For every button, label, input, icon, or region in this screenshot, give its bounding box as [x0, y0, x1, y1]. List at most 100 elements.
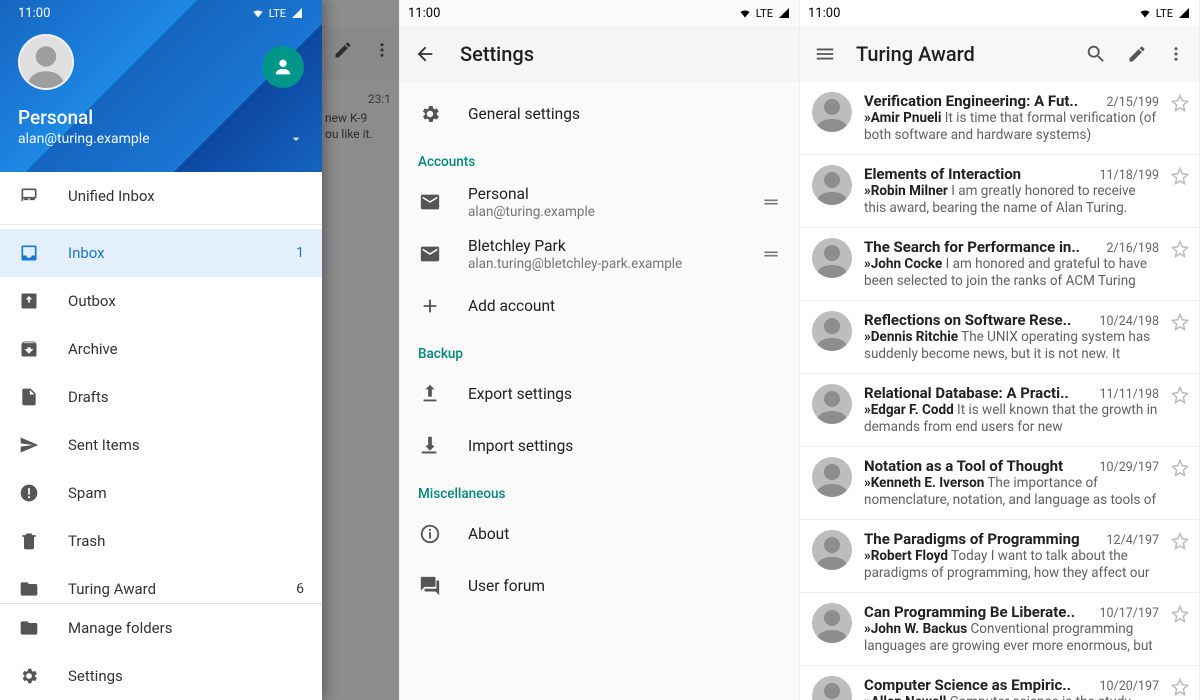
- drawer-item-spam[interactable]: Spam: [0, 469, 322, 517]
- star-icon[interactable]: [1171, 678, 1189, 700]
- sender-avatar[interactable]: [812, 92, 852, 132]
- drawer-item-turing-award[interactable]: Turing Award 6: [0, 565, 322, 603]
- message-sender: »Robin Milner: [864, 183, 948, 199]
- message-sender: »Amir Pnueli: [864, 110, 941, 126]
- drawer-item-inbox[interactable]: Inbox 1: [0, 229, 322, 277]
- sender-avatar[interactable]: [812, 311, 852, 351]
- message-sender: »John W. Backus: [864, 621, 967, 637]
- row-import-settings[interactable]: Import settings: [400, 420, 799, 472]
- message-row[interactable]: Notation as a Tool of Thought 10/29/197 …: [800, 447, 1199, 520]
- drawer-item-trash[interactable]: Trash: [0, 517, 322, 565]
- drawer-item-outbox[interactable]: Outbox: [0, 277, 322, 325]
- folder-icon: [18, 618, 40, 638]
- row-label: Bletchley Park: [468, 237, 735, 255]
- message-row[interactable]: The Search for Performance in.. 2/16/198…: [800, 228, 1199, 301]
- drawer-item-label: Unified Inbox: [68, 187, 304, 205]
- account-avatar[interactable]: [18, 34, 74, 90]
- drawer-item-label: Settings: [68, 667, 304, 685]
- unified-inbox-icon: [18, 186, 40, 206]
- star-icon[interactable]: [1171, 532, 1189, 582]
- back-icon[interactable]: [414, 43, 436, 65]
- account-name: Personal: [18, 106, 304, 129]
- account-email: alan@turing.example: [18, 131, 150, 147]
- wifi-icon: [251, 7, 265, 19]
- inbox-icon: [18, 243, 40, 263]
- account-email-row[interactable]: alan@turing.example: [18, 131, 304, 147]
- star-icon[interactable]: [1171, 240, 1189, 290]
- message-date: 11/18/199: [1100, 168, 1160, 183]
- status-icons: LTE: [738, 7, 791, 20]
- row-about[interactable]: About: [400, 508, 799, 560]
- message-row[interactable]: Verification Engineering: A Fut.. 2/15/1…: [800, 82, 1199, 155]
- drawer-list: Unified Inbox Inbox 1 Outbox Archive Dra…: [0, 172, 322, 603]
- row-export-settings[interactable]: Export settings: [400, 368, 799, 420]
- row-user-forum[interactable]: User forum: [400, 560, 799, 612]
- sender-avatar[interactable]: [812, 384, 852, 424]
- message-row[interactable]: Reflections on Software Rese.. 10/24/198…: [800, 301, 1199, 374]
- row-add-account[interactable]: Add account: [400, 280, 799, 332]
- star-icon[interactable]: [1171, 459, 1189, 509]
- message-row[interactable]: The Paradigms of Programming 12/4/197 »R…: [800, 520, 1199, 593]
- outbox-icon: [18, 291, 40, 311]
- drawer-item-manage-folders[interactable]: Manage folders: [0, 604, 322, 652]
- message-preview: »Edgar F. Codd It is well known that the…: [864, 402, 1159, 436]
- sender-avatar[interactable]: [812, 238, 852, 278]
- row-account-bletchley[interactable]: Bletchley Park alan.turing@bletchley-par…: [400, 228, 799, 280]
- folder-icon: [18, 579, 40, 599]
- message-date: 10/17/197: [1100, 606, 1160, 621]
- scrim[interactable]: [321, 0, 399, 700]
- overflow-icon[interactable]: [1167, 43, 1185, 65]
- drag-handle-icon[interactable]: [761, 244, 781, 264]
- drawer-item-archive[interactable]: Archive: [0, 325, 322, 373]
- page-title: Turing Award: [856, 42, 1065, 66]
- status-icons: LTE: [1138, 7, 1191, 20]
- row-account-personal[interactable]: Personal alan@turing.example: [400, 176, 799, 228]
- signal-icon: [290, 7, 304, 19]
- row-general-settings[interactable]: General settings: [400, 88, 799, 140]
- message-date: 11/11/198: [1100, 387, 1160, 402]
- messages-screen: 11:00 LTE Turing Award Verification Engi…: [800, 0, 1200, 700]
- trash-icon: [18, 531, 40, 551]
- signal-icon: [1177, 7, 1191, 19]
- page-title: Settings: [460, 42, 534, 66]
- sender-avatar[interactable]: [812, 530, 852, 570]
- drawer-item-label: Inbox: [68, 244, 268, 262]
- star-icon[interactable]: [1171, 167, 1189, 217]
- star-icon[interactable]: [1171, 386, 1189, 436]
- drawer-item-sent-items[interactable]: Sent Items: [0, 421, 322, 469]
- star-icon[interactable]: [1171, 605, 1189, 655]
- message-subject: Notation as a Tool of Thought: [864, 457, 1092, 475]
- message-body: Reflections on Software Rese.. 10/24/198…: [864, 311, 1159, 363]
- message-row[interactable]: Relational Database: A Practi.. 11/11/19…: [800, 374, 1199, 447]
- drawer-screen: 23:1 new K-9ou like it. 11:00 LTE: [0, 0, 400, 700]
- message-subject: Computer Science as Empiric..: [864, 676, 1092, 694]
- star-icon[interactable]: [1171, 313, 1189, 363]
- drawer-item-label: Spam: [68, 484, 304, 502]
- status-bar: 11:00 LTE: [400, 0, 799, 26]
- sender-avatar[interactable]: [812, 165, 852, 205]
- star-icon[interactable]: [1171, 94, 1189, 144]
- drawer-item-settings[interactable]: Settings: [0, 652, 322, 700]
- message-preview: »Robert Floyd Today I want to talk about…: [864, 548, 1159, 582]
- switch-account-icon[interactable]: [262, 46, 304, 88]
- message-sender: »Edgar F. Codd: [864, 402, 954, 418]
- edit-icon[interactable]: [1127, 44, 1147, 64]
- sender-avatar[interactable]: [812, 457, 852, 497]
- message-list[interactable]: Verification Engineering: A Fut.. 2/15/1…: [800, 82, 1199, 700]
- message-sender: »John Cocke: [864, 256, 942, 272]
- drawer-item-unified[interactable]: Unified Inbox: [0, 172, 322, 220]
- message-preview: »Amir Pnueli It is time that formal veri…: [864, 110, 1159, 144]
- message-row[interactable]: Elements of Interaction 11/18/199 »Robin…: [800, 155, 1199, 228]
- search-icon[interactable]: [1085, 43, 1107, 65]
- clock: 11:00: [18, 6, 50, 21]
- message-row[interactable]: Can Programming Be Liberate.. 10/17/197 …: [800, 593, 1199, 666]
- message-row[interactable]: Computer Science as Empiric.. 10/20/197 …: [800, 666, 1199, 700]
- forum-icon: [418, 575, 442, 597]
- section-accounts: Accounts: [400, 140, 799, 176]
- drag-handle-icon[interactable]: [761, 192, 781, 212]
- hamburger-icon[interactable]: [814, 43, 836, 65]
- row-label: General settings: [468, 105, 781, 123]
- sender-avatar[interactable]: [812, 603, 852, 643]
- drawer-item-drafts[interactable]: Drafts: [0, 373, 322, 421]
- sender-avatar[interactable]: [812, 676, 852, 700]
